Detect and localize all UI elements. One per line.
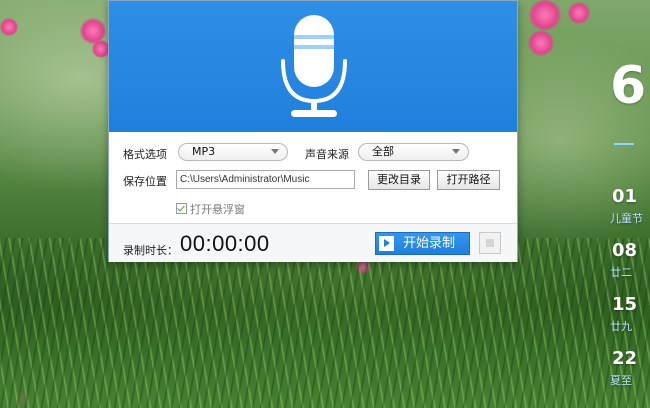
calendar-widget: 6 01 儿童节 08 廿二 15 廿九 22 夏至 [606,0,650,408]
calendar-day-note: 廿二 [610,266,632,279]
pink-flower [568,2,590,24]
source-select[interactable]: 全部 [358,143,469,161]
pink-flower [528,30,554,56]
format-label: 格式选项 [123,148,167,161]
float-window-checkbox[interactable]: 打开悬浮窗 [176,201,245,217]
open-path-button[interactable]: 打开路径 [437,170,500,190]
format-select[interactable]: MP3 [178,143,288,161]
calendar-day[interactable]: 22 [612,348,637,369]
calendar-divider [614,143,634,145]
duration-label: 录制时长： [123,244,178,257]
float-window-label: 打开悬浮窗 [190,203,245,216]
source-label: 声音来源 [305,148,349,161]
calendar-day[interactable]: 08 [612,240,637,261]
start-recording-button[interactable]: 开始录制 [375,232,470,255]
source-select-value: 全部 [372,145,394,158]
grass-foreground [0,238,650,408]
calendar-day-note: 儿童节 [610,212,643,225]
save-path-field[interactable]: C:\Users\Administrator\Music [176,170,355,189]
microphone-banner [109,1,517,132]
calendar-day-note: 夏至 [610,374,632,387]
calendar-day[interactable]: 15 [612,294,637,315]
recording-timer: 00:00:00 [180,231,270,256]
calendar-day-note: 廿九 [610,320,632,333]
chevron-down-icon [271,149,279,154]
change-directory-button[interactable]: 更改目录 [368,170,430,190]
audio-recorder-window: 格式选项 MP3 声音来源 全部 保存位置 C:\Users\Administr… [108,0,518,262]
microphone-icon [281,15,347,117]
format-select-value: MP3 [192,145,216,158]
calendar-day[interactable]: 01 [612,186,637,207]
pink-flower [0,18,18,36]
calendar-month: 6 [610,56,647,116]
play-icon [379,236,394,251]
stop-button[interactable] [479,232,501,254]
start-recording-label: 开始录制 [403,236,456,251]
pink-flower [528,0,562,30]
chevron-down-icon [452,149,460,154]
checkbox-checked-icon [176,203,187,214]
save-location-label: 保存位置 [123,175,167,188]
